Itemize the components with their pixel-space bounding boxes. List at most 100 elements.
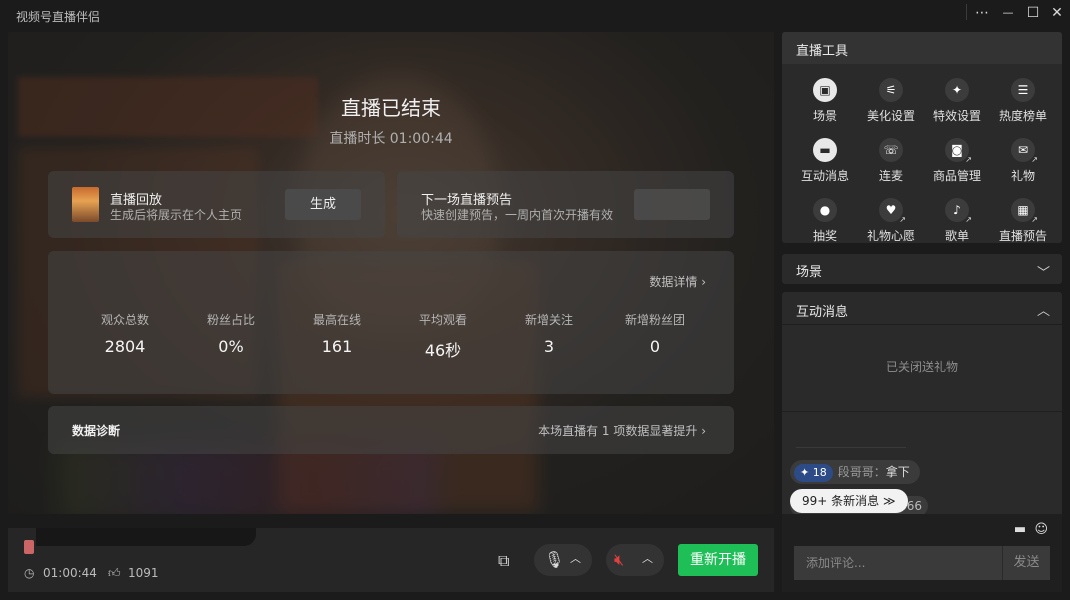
share-screen-icon[interactable]: ⧉ bbox=[498, 551, 509, 571]
gift-closed-status: 已关闭送礼物 bbox=[885, 360, 958, 374]
external-badge-icon: ↗ bbox=[1031, 215, 1038, 224]
calendar-icon: ▦ ↗ bbox=[1011, 198, 1038, 224]
scene-heading: 场景 bbox=[796, 265, 823, 280]
tool-label: 特效设置 bbox=[932, 109, 981, 123]
replay-subtitle: 生成后将展示在个人主页 bbox=[110, 208, 243, 222]
stat-value: 0 bbox=[649, 337, 661, 356]
stat-label: 平均观看 bbox=[418, 313, 467, 327]
generate-replay-button[interactable]: 生成 bbox=[285, 189, 361, 220]
level-number: 18 bbox=[812, 466, 827, 479]
live-duration: 直播时长 01:00:44 bbox=[329, 131, 453, 147]
sparkle-icon: ✦ bbox=[945, 78, 969, 102]
anchor-name-area bbox=[36, 528, 256, 546]
close-icon[interactable]: ✕ bbox=[1045, 3, 1069, 23]
bottom-control-bar: ◷ 01:00:44 👍︎ 1091 ⧉ 🎙︎ ︿ 🔇︎ ︿ 重新开播 bbox=[8, 528, 774, 592]
tool-sliders[interactable]: ⚟ 美化设置 bbox=[858, 78, 924, 124]
title-divider bbox=[966, 4, 967, 20]
interaction-heading: 互动消息 bbox=[796, 305, 849, 320]
stat-peak-online: 最高在线 161 bbox=[284, 311, 390, 356]
diagnosis-link[interactable]: 本场直播有 1 项数据显著提升 › bbox=[538, 422, 706, 439]
stat-value: 46秒 bbox=[424, 341, 462, 360]
tool-list[interactable]: ☰ 热度榜单 bbox=[990, 78, 1056, 124]
stat-avg-watch: 平均观看 46秒 bbox=[390, 311, 496, 361]
restart-live-button[interactable]: 重新开播 bbox=[678, 544, 758, 576]
stat-fan-ratio: 粉丝占比 0% bbox=[178, 311, 284, 356]
interaction-header[interactable]: 互动消息 ︿ bbox=[782, 292, 1062, 325]
tool-sparkle[interactable]: ✦ 特效设置 bbox=[924, 78, 990, 124]
tool-shopping-bag[interactable]: ◙ ↗ 商品管理 bbox=[924, 138, 990, 184]
tool-label: 互动消息 bbox=[800, 169, 849, 183]
new-messages-button[interactable]: 99+ 条新消息 ≫ bbox=[790, 489, 908, 513]
level-badge: ✦ 18 bbox=[794, 464, 833, 482]
scene-panel[interactable]: 场景 ﹀ bbox=[782, 254, 1062, 284]
like-count: 1091 bbox=[128, 566, 159, 580]
microphone-icon[interactable]: 🎙︎ bbox=[544, 550, 564, 569]
chat-bubble-icon[interactable]: ▬ bbox=[1014, 522, 1026, 537]
tool-label: 歌单 bbox=[944, 229, 969, 243]
emoji-icon[interactable]: ☺ bbox=[1034, 522, 1048, 537]
data-details-link[interactable]: 数据详情 › bbox=[649, 273, 706, 290]
elapsed-time: 01:00:44 bbox=[43, 566, 97, 580]
chevron-up-icon[interactable]: ︿ bbox=[642, 550, 653, 566]
speaker-control[interactable]: 🔇︎ ︿ bbox=[606, 544, 664, 576]
stat-label: 新增关注 bbox=[524, 313, 573, 327]
tool-gift[interactable]: ✉ ↗ 礼物 bbox=[990, 138, 1056, 184]
tool-label: 场景 bbox=[812, 109, 837, 123]
tool-phone[interactable]: ☏ 连麦 bbox=[858, 138, 924, 184]
sliders-icon: ⚟ bbox=[879, 78, 903, 102]
tool-label: 礼物心愿 bbox=[866, 229, 915, 243]
live-tools-panel: 直播工具 ▣ 场景 ⚟ 美化设置 ✦ 特效设置 ☰ 热度榜单 ▬ 互动消息 ☏ 连麦 ◙ ↗ 商品管理 ✉ ↗ 礼… bbox=[782, 32, 1062, 243]
tools-heading: 直播工具 bbox=[796, 44, 849, 59]
diagnosis-card[interactable]: 数据诊断 本场直播有 1 项数据显著提升 › bbox=[48, 406, 734, 454]
stat-value: 2804 bbox=[104, 337, 146, 356]
external-badge-icon: ↗ bbox=[965, 155, 972, 164]
stat-label: 粉丝占比 bbox=[206, 313, 255, 327]
tool-label: 抽奖 bbox=[812, 229, 837, 243]
stats-card: 数据详情 › 观众总数 2804 粉丝占比 0% 最高在线 161 平均观看 4… bbox=[48, 251, 734, 394]
send-button[interactable]: 发送 bbox=[1002, 546, 1050, 580]
app-title: 视频号直播伴侣 bbox=[16, 10, 101, 24]
phone-icon: ☏ bbox=[879, 138, 903, 162]
live-ended-title: 直播已结束 bbox=[341, 96, 441, 120]
stat-new-fan-club: 新增粉丝团 0 bbox=[602, 311, 708, 356]
next-live-preview-card: 下一场直播预告 快速创建预告，一周内首次开播有效 bbox=[397, 171, 734, 238]
replay-card: 直播回放 生成后将展示在个人主页 生成 bbox=[48, 171, 385, 238]
speaker-muted-icon[interactable]: 🔇︎ bbox=[614, 550, 624, 570]
stat-value: 3 bbox=[543, 337, 555, 356]
tool-label: 直播预告 bbox=[998, 229, 1047, 243]
divider bbox=[782, 411, 1062, 412]
interaction-messages-panel: 互动消息 ︿ 已关闭送礼物 ✦ 18 段哥哥：拿下 366 99+ 条新消息 ≫ … bbox=[782, 292, 1062, 592]
create-preview-button[interactable] bbox=[634, 189, 710, 220]
tool-message[interactable]: ▬ 互动消息 bbox=[792, 138, 858, 184]
tool-label: 礼物 bbox=[1010, 169, 1035, 183]
tools-header: 直播工具 bbox=[782, 32, 1062, 64]
stat-total-viewers: 观众总数 2804 bbox=[72, 311, 178, 356]
comment-input[interactable] bbox=[794, 546, 1002, 580]
tool-lottery-bag[interactable]: ● 抽奖 bbox=[792, 198, 858, 244]
message-icon: ▬ bbox=[813, 138, 837, 162]
external-badge-icon: ↗ bbox=[899, 215, 906, 224]
replay-thumbnail bbox=[72, 187, 99, 222]
tool-music[interactable]: ♪ ↗ 歌单 bbox=[924, 198, 990, 244]
live-stage: 直播已结束 直播时长 01:00:44 直播回放 生成后将展示在个人主页 生成 … bbox=[8, 32, 774, 514]
chevron-down-icon[interactable]: ﹀ bbox=[1037, 262, 1050, 281]
heart-icon: ♥ ↗ bbox=[879, 198, 906, 224]
maximize-icon[interactable]: ☐ bbox=[1021, 3, 1045, 23]
chevron-up-icon[interactable]: ︿ bbox=[1037, 300, 1050, 319]
tool-heart[interactable]: ♥ ↗ 礼物心愿 bbox=[858, 198, 924, 244]
microphone-control[interactable]: 🎙︎ ︿ bbox=[534, 544, 592, 576]
tool-calendar[interactable]: ▦ ↗ 直播预告 bbox=[990, 198, 1056, 244]
diagnosis-title: 数据诊断 bbox=[72, 424, 121, 438]
tool-scene[interactable]: ▣ 场景 bbox=[792, 78, 858, 124]
comment-area: ▬ ☺ 发送 bbox=[782, 514, 1062, 592]
minimize-icon[interactable]: — bbox=[996, 3, 1020, 23]
music-icon: ♪ ↗ bbox=[945, 198, 972, 224]
external-badge-icon: ↗ bbox=[965, 215, 972, 224]
stat-value: 161 bbox=[321, 337, 353, 356]
chevron-up-icon[interactable]: ︿ bbox=[570, 550, 581, 566]
gift-icon: ✉ ↗ bbox=[1011, 138, 1038, 164]
list-icon: ☰ bbox=[1011, 78, 1035, 102]
title-bar: 视频号直播伴侣 ⋯ — ☐ ✕ bbox=[0, 0, 1070, 30]
preview-subtitle: 快速创建预告，一周内首次开播有效 bbox=[421, 208, 614, 222]
more-icon[interactable]: ⋯ bbox=[970, 3, 994, 23]
